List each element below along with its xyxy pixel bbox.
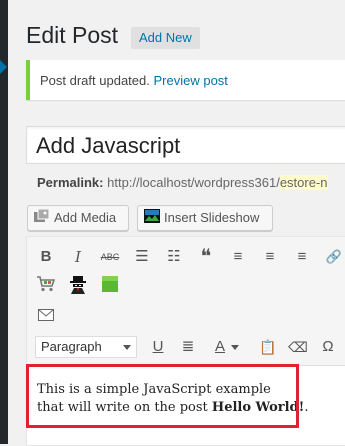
add-new-button[interactable]: Add New	[131, 27, 200, 49]
media-icon	[34, 207, 50, 231]
bold-icon[interactable]: B	[33, 244, 59, 270]
current-menu-indicator	[0, 60, 7, 74]
blockquote-icon[interactable]: ❝	[193, 244, 219, 270]
envelope-icon[interactable]	[33, 304, 59, 330]
highlight-box	[26, 364, 299, 428]
strikethrough-icon[interactable]: ABC	[97, 244, 123, 270]
notice-message: Post draft updated.	[40, 73, 150, 88]
post-title-value: Add Javascript	[36, 133, 181, 158]
special-character-icon[interactable]: Ω	[315, 334, 341, 360]
text-color-dropdown-icon[interactable]	[228, 334, 242, 360]
permalink: Permalink: http://localhost/wordpress361…	[37, 175, 328, 190]
paste-as-text-icon[interactable]: 📋	[255, 334, 281, 360]
page-title: Edit Post	[26, 22, 119, 48]
link-icon[interactable]: 🔗	[321, 244, 345, 270]
underline-icon[interactable]: U	[145, 334, 171, 360]
post-body-line-2-end: .	[304, 400, 309, 415]
format-select-value: Paragraph	[41, 339, 102, 354]
bulleted-list-icon[interactable]: ☰	[129, 244, 155, 270]
permalink-slug[interactable]: estore-n	[279, 175, 328, 190]
permalink-label: Permalink:	[37, 175, 104, 190]
chevron-down-icon	[123, 345, 131, 350]
shopping-cart-icon[interactable]	[33, 275, 59, 301]
insert-slideshow-button[interactable]: Insert Slideshow	[137, 205, 273, 231]
insert-slideshow-label: Insert Slideshow	[164, 210, 260, 225]
green-square-icon[interactable]	[97, 275, 123, 301]
permalink-base[interactable]: http://localhost/wordpress361/	[107, 175, 280, 190]
notice-text: Post draft updated. Preview post	[40, 73, 228, 88]
preview-post-link[interactable]: Preview post	[153, 73, 227, 88]
add-media-label: Add Media	[54, 210, 117, 225]
add-media-button[interactable]: Add Media	[27, 205, 129, 231]
admin-sidebar	[0, 0, 8, 444]
align-right-icon[interactable]: ≡	[289, 244, 315, 270]
align-center-icon[interactable]: ≡	[257, 244, 283, 270]
numbered-list-icon[interactable]: ☷	[161, 244, 187, 270]
update-notice: Post draft updated. Preview post	[26, 60, 345, 100]
justify-icon[interactable]: ≣	[175, 334, 201, 360]
italic-icon[interactable]: I	[65, 244, 91, 270]
clear-formatting-icon[interactable]: ⌫	[285, 334, 311, 360]
spy-icon[interactable]	[65, 275, 91, 301]
post-title-input[interactable]: Add Javascript	[26, 126, 345, 164]
format-select[interactable]: Paragraph	[35, 336, 137, 358]
slideshow-icon	[144, 207, 160, 231]
align-left-icon[interactable]: ≡	[225, 244, 251, 270]
editor-toolbar: B I ABC ☰ ☷ ❝ ≡ ≡ ≡ 🔗 Paragraph U ≣ A 📋 …	[27, 237, 345, 366]
